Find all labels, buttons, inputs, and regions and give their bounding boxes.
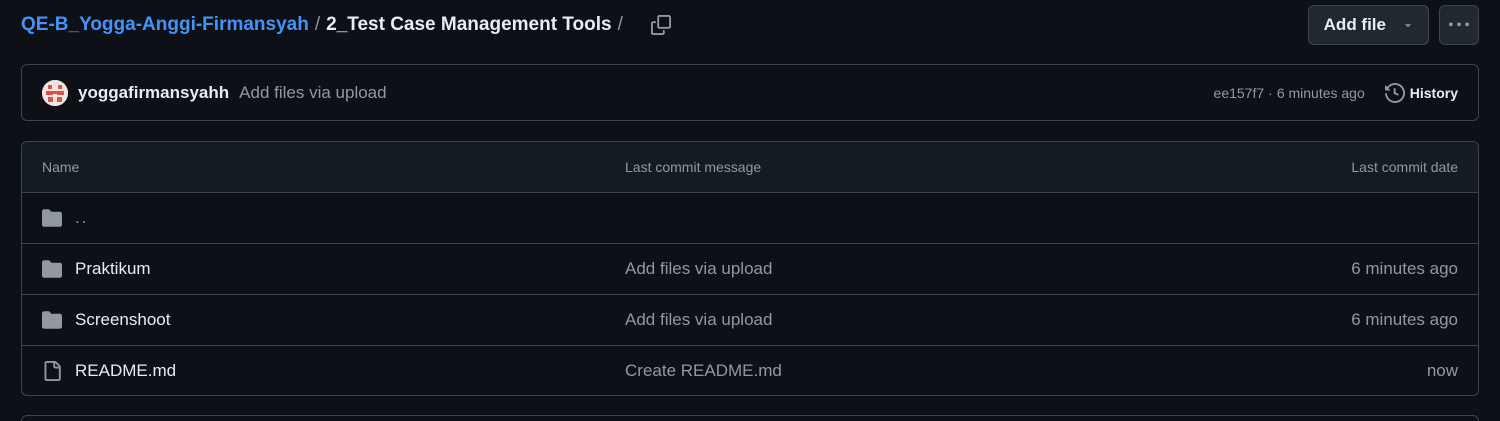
file-name-link[interactable]: Praktikum xyxy=(75,259,151,279)
commit-time: 6 minutes ago xyxy=(1276,84,1365,101)
folder-icon xyxy=(42,310,62,330)
breadcrumb-trailing-separator: / xyxy=(617,14,623,35)
file-table: Name Last commit message Last commit dat… xyxy=(21,141,1479,396)
file-icon xyxy=(42,361,62,381)
folder-icon xyxy=(42,259,62,279)
column-header-name: Name xyxy=(42,159,80,175)
table-row[interactable]: Praktikum Add files via upload 6 minutes… xyxy=(22,244,1478,295)
copy-icon xyxy=(650,15,671,35)
commit-message-link[interactable]: Add files via upload xyxy=(625,259,1178,279)
commit-author[interactable]: yoggafirmansyahh xyxy=(78,83,229,103)
copy-path-button[interactable] xyxy=(647,11,675,39)
kebab-horizontal-icon xyxy=(1449,22,1469,27)
commit-date: 6 minutes ago xyxy=(1351,259,1458,278)
top-actions: Add file xyxy=(1307,5,1479,45)
add-file-label: Add file xyxy=(1323,15,1386,34)
folder-icon xyxy=(42,208,62,228)
breadcrumb-current-folder: 2_Test Case Management Tools xyxy=(326,14,612,35)
latest-commit-box: yoggafirmansyahh Add files via upload ee… xyxy=(21,64,1479,121)
more-options-button[interactable] xyxy=(1439,5,1479,45)
breadcrumb: QE-B_Yogga-Anggi-Firmansyah / 2_Test Cas… xyxy=(21,14,629,36)
table-row[interactable]: README.md Create README.md now xyxy=(22,346,1478,395)
readme-panel-edge xyxy=(21,415,1479,421)
parent-directory-link[interactable]: .. xyxy=(75,208,88,228)
table-header: Name Last commit message Last commit dat… xyxy=(22,142,1478,193)
breadcrumb-repo-link[interactable]: QE-B_Yogga-Anggi-Firmansyah xyxy=(21,14,309,36)
breadcrumb-separator: / xyxy=(314,14,321,35)
column-header-date: Last commit date xyxy=(1351,159,1458,175)
file-name-link[interactable]: README.md xyxy=(75,361,176,381)
top-bar: QE-B_Yogga-Anggi-Firmansyah / 2_Test Cas… xyxy=(21,5,1479,45)
add-file-button[interactable]: Add file xyxy=(1307,5,1429,45)
history-link[interactable]: History xyxy=(1384,82,1458,103)
column-header-message: Last commit message xyxy=(625,159,762,175)
commit-date: 6 minutes ago xyxy=(1351,310,1458,329)
history-icon xyxy=(1384,82,1405,103)
file-name-link[interactable]: Screenshoot xyxy=(75,310,170,330)
commit-meta: ee157f7 · 6 minutes ago History xyxy=(1214,82,1458,103)
history-label: History xyxy=(1409,84,1458,101)
commit-meta-separator: · xyxy=(1268,84,1273,101)
commit-message[interactable]: Add files via upload xyxy=(239,83,386,103)
avatar-image xyxy=(42,79,68,106)
commit-message-link[interactable]: Create README.md xyxy=(625,361,1178,381)
commit-message-link[interactable]: Add files via upload xyxy=(625,310,1178,330)
table-row-parent-dir[interactable]: .. xyxy=(22,193,1478,244)
commit-date: now xyxy=(1426,361,1458,380)
avatar[interactable] xyxy=(42,79,68,106)
table-row[interactable]: Screenshoot Add files via upload 6 minut… xyxy=(22,295,1478,346)
triangle-down-icon xyxy=(1405,24,1411,28)
commit-sha[interactable]: ee157f7 xyxy=(1214,85,1265,101)
